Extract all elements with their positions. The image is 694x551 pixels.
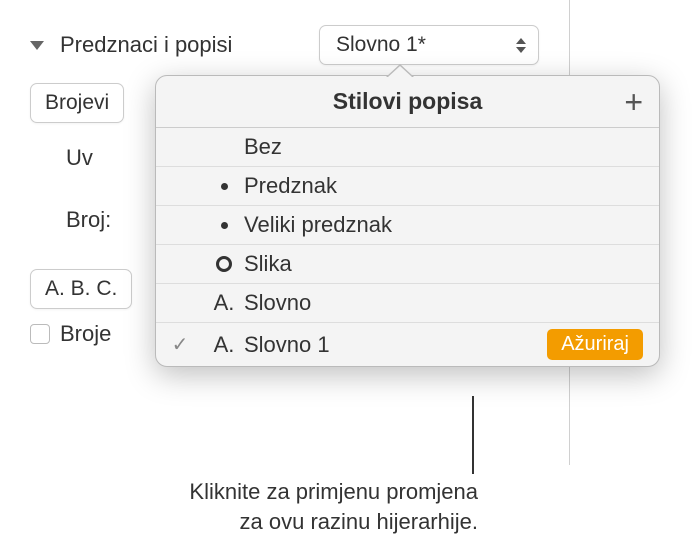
style-item-label: Slovno 1 <box>244 332 547 358</box>
update-button[interactable]: Ažuriraj <box>547 329 643 360</box>
style-item-label: Bez <box>244 134 643 160</box>
bullet-icon <box>204 222 244 229</box>
callout-text: Kliknite za primjenu promjena za ovu raz… <box>0 477 478 536</box>
bullet-icon <box>204 256 244 272</box>
style-item-label: Predznak <box>244 173 643 199</box>
style-item[interactable]: Slika <box>156 245 659 284</box>
style-item-label: Slika <box>244 251 643 277</box>
style-item[interactable]: Bez <box>156 128 659 167</box>
disclosure-triangle-icon[interactable] <box>30 41 44 50</box>
callout-leader-line <box>472 396 474 474</box>
brojevi-button[interactable]: Brojevi <box>30 83 124 123</box>
checkmark-icon: ✓ <box>156 332 204 357</box>
bullet-icon: A. <box>204 290 244 316</box>
broje-label: Broje <box>60 321 111 347</box>
dropdown-value: Slovno 1* <box>336 33 426 57</box>
dropdown-arrows-icon <box>516 38 526 53</box>
popover-title: Stilovi popisa <box>333 88 483 115</box>
style-list: BezPredznakVeliki predznakSlikaA.Slovno✓… <box>156 128 659 366</box>
style-item[interactable]: A.Slovno <box>156 284 659 323</box>
list-styles-popover: Stilovi popisa + Bez Predznak Veliki predz… <box>155 75 660 367</box>
predznaci-label: Predznaci i popisi <box>60 32 232 58</box>
style-item[interactable]: Predznak <box>156 167 659 206</box>
broje-checkbox[interactable] <box>30 324 50 344</box>
style-item[interactable]: ✓A.Slovno 1Ažuriraj <box>156 323 659 366</box>
style-item-label: Veliki predznak <box>244 212 643 238</box>
abc-format-button[interactable]: A. B. C. <box>30 269 132 309</box>
style-item[interactable]: Veliki predznak <box>156 206 659 245</box>
style-item-label: Slovno <box>244 290 643 316</box>
add-style-button[interactable]: + <box>624 86 643 118</box>
list-style-dropdown[interactable]: Slovno 1* <box>319 25 539 65</box>
bullet-icon <box>204 183 244 190</box>
bullet-icon: A. <box>204 332 244 358</box>
